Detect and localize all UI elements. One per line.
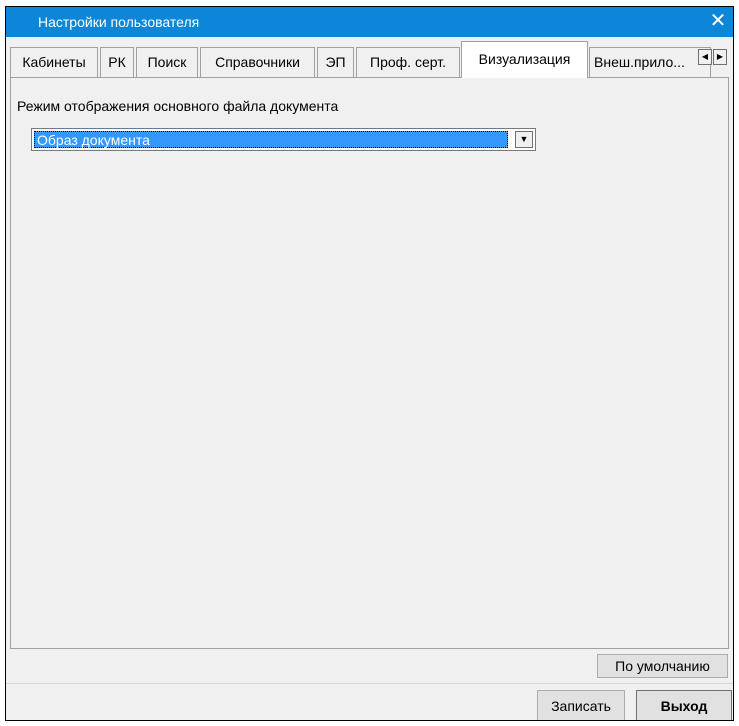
tab-scroll-left-icon[interactable]: ◀ xyxy=(698,49,712,65)
restore-defaults-button[interactable]: По умолчанию xyxy=(597,654,728,678)
display-mode-select[interactable]: Образ документа ▼ xyxy=(31,128,536,151)
window-title: Настройки пользователя xyxy=(38,14,200,30)
tab-visualization[interactable]: Визуализация xyxy=(461,41,588,78)
tab-external-apps[interactable]: Внеш.прило... xyxy=(589,47,711,77)
exit-button[interactable]: Выход xyxy=(636,690,732,720)
tab-ep[interactable]: ЭП xyxy=(317,47,354,77)
tab-search[interactable]: Поиск xyxy=(136,47,198,77)
display-mode-value[interactable]: Образ документа xyxy=(34,131,508,148)
tab-cabinets[interactable]: Кабинеты xyxy=(10,47,98,77)
tab-strip: Кабинеты РК Поиск Справочники ЭП Проф. с… xyxy=(6,37,733,78)
settings-dialog: Настройки пользователя ✕ Кабинеты РК Пои… xyxy=(5,6,734,721)
chevron-down-icon[interactable]: ▼ xyxy=(515,131,533,148)
tab-scroll-right-icon[interactable]: ▶ xyxy=(713,49,727,65)
close-icon[interactable]: ✕ xyxy=(703,7,733,37)
visualization-panel: Режим отображения основного файла докуме… xyxy=(10,77,729,678)
display-mode-label: Режим отображения основного файла докуме… xyxy=(17,98,339,114)
title-bar[interactable]: Настройки пользователя ✕ xyxy=(6,7,733,37)
tab-directories[interactable]: Справочники xyxy=(200,47,315,77)
tab-rk[interactable]: РК xyxy=(100,47,134,77)
tab-prof-cert[interactable]: Проф. серт. xyxy=(356,47,460,77)
save-button[interactable]: Записать xyxy=(537,690,625,720)
footer-divider xyxy=(6,683,733,684)
